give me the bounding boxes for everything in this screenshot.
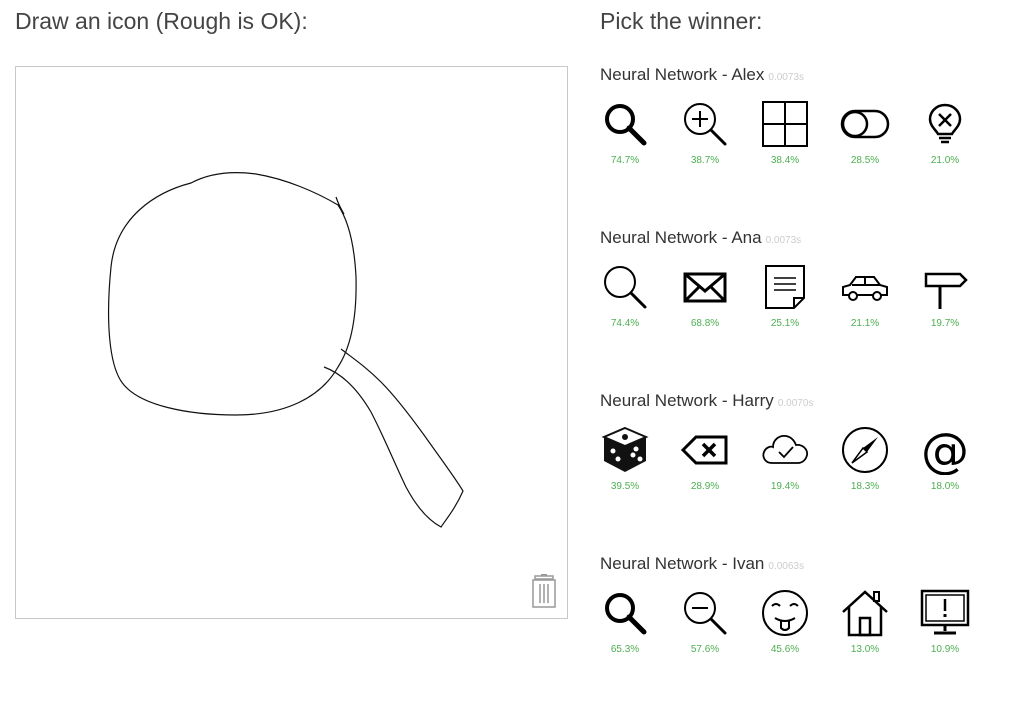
candidate-icon-option[interactable]: 19.7% bbox=[920, 262, 970, 329]
sketch-stroke bbox=[107, 172, 464, 528]
confidence-score: 38.7% bbox=[690, 155, 720, 166]
confidence-score: 21.0% bbox=[930, 155, 960, 166]
confidence-score: 19.4% bbox=[770, 481, 800, 492]
candidate-icon-option[interactable]: 74.4% bbox=[600, 262, 650, 329]
monitor-alert-icon bbox=[920, 589, 970, 635]
draw-heading: Draw an icon (Rough is OK): bbox=[15, 8, 308, 34]
dice-icon bbox=[601, 426, 649, 472]
candidate-row: 39.5% 28.9% 19.4% 18.3% @18.0% bbox=[600, 425, 1000, 515]
candidate-icon-option[interactable]: 68.8% bbox=[680, 262, 730, 329]
network-title: Neural Network - Ivan 0.0063s bbox=[600, 554, 1000, 574]
confidence-score: 45.6% bbox=[770, 644, 800, 655]
backspace-icon bbox=[680, 435, 728, 465]
network-name: Neural Network - Ana bbox=[600, 228, 762, 247]
candidate-icon-option[interactable]: 45.6% bbox=[760, 588, 810, 655]
confidence-score: 28.5% bbox=[850, 155, 880, 166]
signpost-icon bbox=[924, 272, 968, 309]
inference-time: 0.0073s bbox=[768, 72, 804, 83]
candidate-icon-option[interactable]: 10.9% bbox=[920, 588, 970, 655]
house-icon bbox=[842, 590, 888, 637]
candidate-icon-option[interactable]: 39.5% bbox=[600, 425, 650, 492]
at-sign-icon: @ bbox=[921, 425, 969, 475]
zoom-out-icon bbox=[684, 592, 727, 635]
candidate-icon-option[interactable]: 21.0% bbox=[920, 99, 970, 166]
network-name: Neural Network - Ivan bbox=[600, 554, 765, 573]
svg-text:@: @ bbox=[921, 425, 969, 475]
search-outline-icon bbox=[604, 266, 647, 309]
network-title: Neural Network - Harry 0.0070s bbox=[600, 391, 1000, 411]
network-title: Neural Network - Ana 0.0073s bbox=[600, 228, 1000, 248]
candidate-icon-option[interactable]: 13.0% bbox=[840, 588, 890, 655]
note-icon bbox=[765, 265, 805, 309]
cloud-check-icon bbox=[762, 434, 808, 464]
candidate-icon-option[interactable]: 18.3% bbox=[840, 425, 890, 492]
confidence-score: 28.9% bbox=[690, 481, 720, 492]
car-icon bbox=[842, 276, 888, 301]
tongue-face-icon bbox=[762, 590, 808, 636]
confidence-score: 38.4% bbox=[770, 155, 800, 166]
inference-time: 0.0070s bbox=[777, 398, 814, 409]
drawing-canvas[interactable] bbox=[15, 66, 568, 619]
candidate-row: 65.3% 57.6% 45.6% 13.0% 10.9% bbox=[600, 588, 1000, 678]
confidence-score: 18.0% bbox=[930, 481, 960, 492]
confidence-score: 21.1% bbox=[850, 318, 880, 329]
candidate-icon-option[interactable]: 74.7% bbox=[600, 99, 650, 166]
confidence-score: 74.7% bbox=[610, 155, 640, 166]
confidence-score: 39.5% bbox=[610, 481, 640, 492]
candidate-icon-option[interactable]: 57.6% bbox=[680, 588, 730, 655]
inference-time: 0.0073s bbox=[765, 235, 802, 246]
confidence-score: 25.1% bbox=[770, 318, 800, 329]
candidate-icon-option[interactable]: 65.3% bbox=[600, 588, 650, 655]
network-block: Neural Network - Alex 0.0073s 74.7% 38.7% 38… bbox=[600, 65, 1000, 189]
confidence-score: 65.3% bbox=[610, 644, 640, 655]
pick-winner-heading: Pick the winner: bbox=[600, 8, 763, 34]
confidence-score: 57.6% bbox=[690, 644, 720, 655]
confidence-score: 18.3% bbox=[850, 481, 880, 492]
network-block: Neural Network - Ivan 0.0063s 65.3% 57.6% 45… bbox=[600, 554, 1000, 678]
confidence-score: 10.9% bbox=[930, 644, 960, 655]
lightbulb-x-icon bbox=[928, 103, 962, 144]
grid-icon bbox=[762, 101, 808, 147]
toggle-icon bbox=[840, 109, 890, 139]
inference-time: 0.0063s bbox=[768, 561, 804, 572]
envelope-icon bbox=[683, 272, 727, 303]
compass-icon bbox=[842, 427, 888, 473]
candidate-icon-option[interactable]: 28.5% bbox=[840, 99, 890, 166]
confidence-score: 74.4% bbox=[610, 318, 640, 329]
network-title: Neural Network - Alex 0.0073s bbox=[600, 65, 1000, 85]
candidate-icon-option[interactable]: @18.0% bbox=[920, 425, 970, 492]
confidence-score: 68.8% bbox=[690, 318, 720, 329]
candidate-row: 74.7% 38.7% 38.4% 28.5% 21.0% bbox=[600, 99, 1000, 189]
confidence-score: 19.7% bbox=[930, 318, 960, 329]
network-name: Neural Network - Alex bbox=[600, 65, 765, 84]
candidate-row: 74.4% 68.8% 25.1% 21.1% 19.7% bbox=[600, 262, 1000, 352]
search-icon bbox=[605, 104, 647, 146]
candidate-icon-option[interactable]: 19.4% bbox=[760, 425, 810, 492]
network-block: Neural Network - Ana 0.0073s 74.4% 68.8% 25.… bbox=[600, 228, 1000, 352]
confidence-score: 13.0% bbox=[850, 644, 880, 655]
search-icon bbox=[605, 593, 647, 635]
zoom-in-icon bbox=[684, 103, 727, 146]
trash-icon[interactable] bbox=[531, 574, 557, 608]
candidate-icon-option[interactable]: 21.1% bbox=[840, 262, 890, 329]
candidate-icon-option[interactable]: 38.4% bbox=[760, 99, 810, 166]
candidate-icon-option[interactable]: 28.9% bbox=[680, 425, 730, 492]
candidate-icon-option[interactable]: 38.7% bbox=[680, 99, 730, 166]
candidate-icon-option[interactable]: 25.1% bbox=[760, 262, 810, 329]
network-block: Neural Network - Harry 0.0070s 39.5% 28.9% 1… bbox=[600, 391, 1000, 515]
network-name: Neural Network - Harry bbox=[600, 391, 774, 410]
